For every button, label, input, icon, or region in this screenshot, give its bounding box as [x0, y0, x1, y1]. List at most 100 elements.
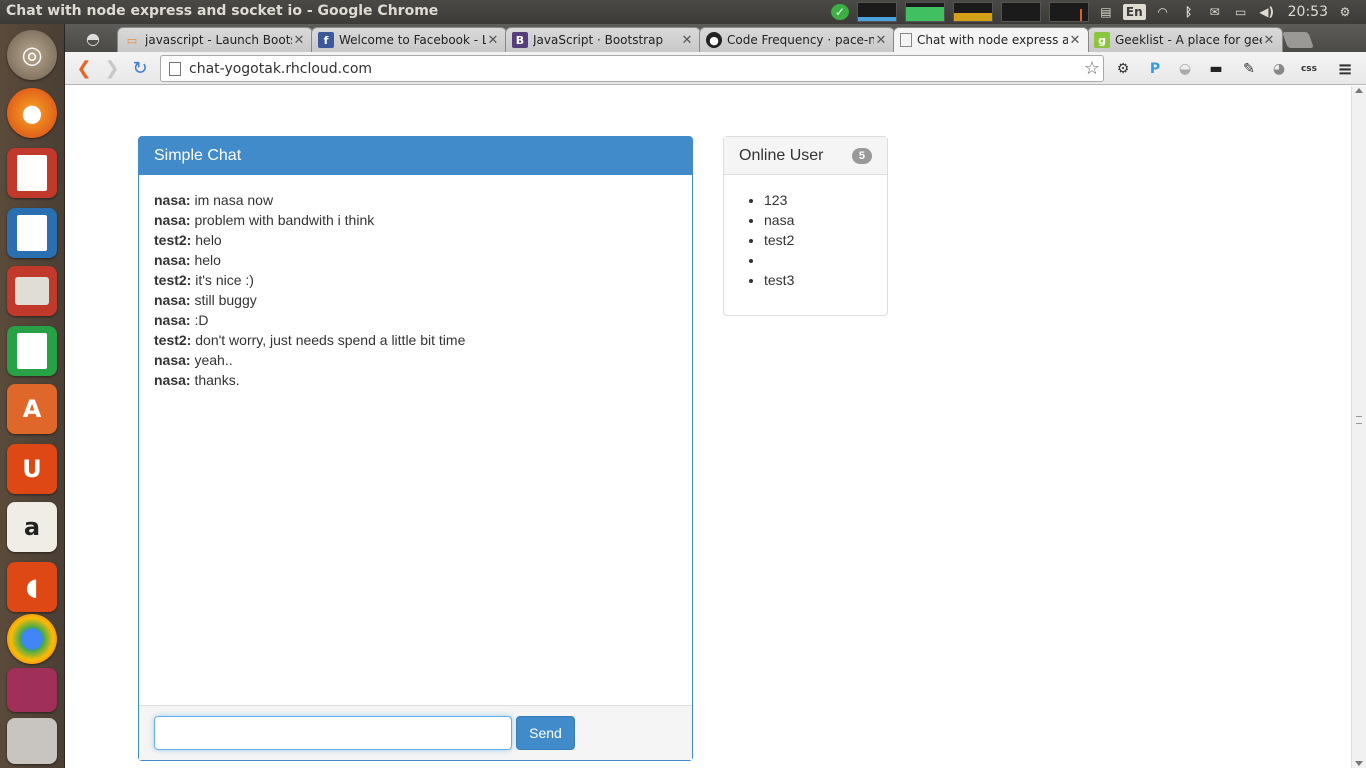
url-text: chat-yogotak.rhcloud.com: [189, 60, 373, 77]
chat-message-text: don't worry, just needs spend a little b…: [195, 332, 466, 348]
chat-message-text: :D: [194, 312, 209, 328]
android-icon[interactable]: ◒: [1175, 59, 1195, 79]
tab-facebook[interactable]: f Welcome to Facebook - Lo ✕: [311, 27, 507, 52]
online-user-item: [764, 250, 872, 270]
clock[interactable]: 20:53: [1288, 4, 1328, 20]
mask-icon[interactable]: ▬: [1206, 59, 1226, 79]
tab-chat[interactable]: Chat with node express ar ✕: [893, 27, 1089, 52]
battery-icon[interactable]: ▭: [1232, 4, 1250, 20]
page-icon: [900, 33, 912, 47]
tab-geeklist[interactable]: g Geeklist - A place for geel ✕: [1087, 27, 1283, 52]
online-users-panel: Online User 5 123nasatest2 test3: [723, 136, 888, 316]
clipboard-icon[interactable]: ▤: [1097, 4, 1115, 20]
tab-stackoverflow[interactable]: ▭ javascript - Launch Bootst ✕: [117, 27, 313, 52]
chat-message-user: nasa:: [154, 292, 191, 308]
chat-message-user: nasa:: [154, 352, 191, 368]
calc-icon[interactable]: [7, 326, 57, 376]
incognito-profile-icon[interactable]: ◓: [79, 26, 107, 50]
amazon-icon[interactable]: a: [7, 502, 57, 552]
online-users-list: 123nasatest2 test3: [724, 175, 887, 305]
swap-monitor[interactable]: [1000, 2, 1041, 22]
firefox-icon[interactable]: ●: [7, 88, 57, 138]
chat-messages: nasa: im nasa now nasa: problem with band…: [139, 175, 692, 705]
send-button[interactable]: Send: [516, 716, 575, 750]
back-arrow-icon[interactable]: ❮: [71, 56, 97, 80]
chat-message: nasa: :D: [154, 310, 677, 330]
chat-message: nasa: still buggy: [154, 290, 677, 310]
cat-off-icon[interactable]: ◕: [1269, 59, 1289, 79]
eyedropper-icon[interactable]: ✎: [1239, 59, 1259, 79]
new-tab-button[interactable]: [1282, 32, 1314, 48]
online-users-title: Online User: [739, 146, 824, 164]
chat-panel-title: Simple Chat: [139, 137, 692, 175]
chrome-icon[interactable]: [7, 614, 57, 664]
tab-close-icon[interactable]: ✕: [1068, 33, 1082, 48]
chat-message-user: nasa:: [154, 252, 191, 268]
scroll-up-arrow-icon[interactable]: [1355, 88, 1363, 93]
software-center-icon[interactable]: A: [7, 384, 57, 434]
tab-close-icon[interactable]: ✕: [874, 33, 888, 48]
tab-close-icon[interactable]: ✕: [292, 33, 306, 48]
tab-github[interactable]: ● Code Frequency · pace-no ✕: [699, 27, 895, 52]
github-icon: ●: [706, 32, 722, 48]
online-users-heading: Online User 5: [724, 137, 887, 175]
chat-message: test2: it's nice :): [154, 270, 677, 290]
facebook-icon: f: [318, 32, 334, 48]
vertical-scrollbar[interactable]: [1351, 86, 1366, 768]
wifi-icon[interactable]: ◠: [1154, 4, 1172, 20]
update-ok-icon[interactable]: ✓: [830, 4, 849, 20]
chat-message-user: test2:: [154, 272, 192, 288]
tab-close-icon[interactable]: ✕: [680, 33, 694, 48]
tab-title: Welcome to Facebook - Lo: [339, 33, 486, 47]
chat-message-text: still buggy: [194, 292, 257, 308]
volume-icon[interactable]: ◀): [1258, 4, 1276, 20]
chat-message-text: im nasa now: [194, 192, 274, 208]
keyboard-language-indicator[interactable]: En: [1122, 4, 1146, 20]
message-input[interactable]: [154, 716, 512, 750]
impress-icon[interactable]: [7, 148, 57, 198]
page-icon: [169, 61, 181, 76]
tab-close-icon[interactable]: ✕: [1262, 33, 1276, 48]
power-gear-icon[interactable]: ⚙: [1336, 4, 1354, 20]
workspace-switcher-icon[interactable]: [7, 668, 57, 712]
tab-close-icon[interactable]: ✕: [486, 33, 500, 48]
chat-message-text: helo: [195, 232, 222, 248]
chat-message: nasa: yeah..: [154, 350, 677, 370]
online-user-item: test3: [764, 270, 872, 290]
pushbullet-p-icon[interactable]: P: [1145, 59, 1165, 79]
menu-hamburger-icon[interactable]: ≡: [1335, 59, 1355, 80]
trash-icon[interactable]: [7, 718, 57, 764]
settings-gear-icon[interactable]: ⚙: [1113, 59, 1133, 79]
chat-message-user: test2:: [154, 232, 192, 248]
tab-title: Chat with node express ar: [917, 33, 1068, 47]
online-user-item: test2: [764, 230, 872, 250]
files-icon[interactable]: [7, 266, 57, 316]
forward-arrow-icon[interactable]: ❯: [99, 56, 125, 80]
chat-message-text: yeah..: [194, 352, 233, 368]
load-monitor[interactable]: [1048, 2, 1089, 22]
bookmark-star-icon[interactable]: ☆: [1081, 58, 1103, 79]
mail-icon[interactable]: ✉: [1206, 4, 1224, 20]
bluetooth-icon[interactable]: ᛒ: [1180, 4, 1198, 20]
chat-message: nasa: problem with bandwith i think: [154, 210, 677, 230]
address-bar[interactable]: chat-yogotak.rhcloud.com ☆: [160, 55, 1104, 82]
geeklist-icon: g: [1094, 32, 1110, 48]
reload-icon[interactable]: ↻: [127, 56, 153, 80]
chat-footer: Send: [139, 705, 692, 760]
writer-icon[interactable]: [7, 208, 57, 258]
ubuntu-one-icon[interactable]: U: [7, 444, 57, 494]
tab-bootstrap[interactable]: B JavaScript · Bootstrap ✕: [505, 27, 701, 52]
chat-message-text: it's nice :): [195, 272, 254, 288]
page-viewport: Simple Chat nasa: im nasa now nasa: probl…: [65, 86, 1351, 768]
chat-message: nasa: helo: [154, 250, 677, 270]
chat-message: test2: helo: [154, 230, 677, 250]
scroll-thumb-grip[interactable]: [1356, 416, 1362, 424]
cpu-monitor[interactable]: [856, 2, 897, 22]
ubuntu-one-music-icon[interactable]: ◖: [7, 562, 57, 612]
network-monitor[interactable]: [952, 2, 993, 22]
css-icon[interactable]: css: [1299, 59, 1319, 79]
online-user-item: nasa: [764, 210, 872, 230]
memory-monitor[interactable]: [904, 2, 945, 22]
scroll-down-arrow-icon[interactable]: [1355, 761, 1363, 766]
dash-home-icon[interactable]: ◎: [7, 30, 57, 80]
